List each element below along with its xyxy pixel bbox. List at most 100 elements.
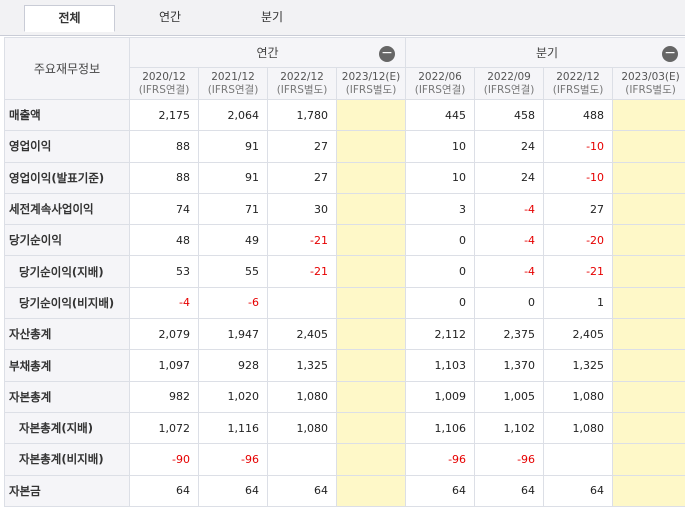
table-cell: 1,947 bbox=[199, 319, 268, 350]
table-cell bbox=[613, 475, 685, 506]
table-cell: 1,072 bbox=[130, 412, 199, 443]
table-row: 영업이익8891271024-10 bbox=[5, 131, 685, 162]
table-cell: -4 bbox=[475, 256, 544, 287]
table-cell: 1,005 bbox=[475, 381, 544, 412]
table-cell bbox=[613, 225, 685, 256]
table-cell: 0 bbox=[406, 287, 475, 318]
table-cell: 1,080 bbox=[544, 381, 613, 412]
table-cell: 10 bbox=[406, 162, 475, 193]
table-cell: 64 bbox=[406, 475, 475, 506]
column-period: 2021/12 bbox=[199, 71, 267, 84]
table-cell: 488 bbox=[544, 100, 613, 131]
table-cell bbox=[613, 100, 685, 131]
table-cell: 458 bbox=[475, 100, 544, 131]
row-label: 부채총계 bbox=[5, 350, 130, 381]
tab-annual[interactable]: 연간 bbox=[124, 5, 216, 31]
table-cell: 445 bbox=[406, 100, 475, 131]
table-cell: 64 bbox=[544, 475, 613, 506]
table-cell: 1,103 bbox=[406, 350, 475, 381]
table-cell bbox=[613, 193, 685, 224]
table-cell: -90 bbox=[130, 444, 199, 475]
row-label: 자산총계 bbox=[5, 319, 130, 350]
table-cell bbox=[337, 475, 406, 506]
table-cell: 24 bbox=[475, 131, 544, 162]
table-cell: 0 bbox=[406, 225, 475, 256]
table-cell bbox=[337, 412, 406, 443]
table-cell bbox=[337, 193, 406, 224]
table-cell: 2,112 bbox=[406, 319, 475, 350]
table-cell bbox=[337, 444, 406, 475]
table-cell: -4 bbox=[130, 287, 199, 318]
table-cell bbox=[337, 319, 406, 350]
table-cell: 2,375 bbox=[475, 319, 544, 350]
column-period: 2022/06 bbox=[406, 71, 474, 84]
table-cell bbox=[268, 444, 337, 475]
table-row: 당기순이익4849-210-4-20 bbox=[5, 225, 685, 256]
table-cell: -4 bbox=[475, 225, 544, 256]
annual-group-header: 연간 − bbox=[130, 38, 406, 68]
table-cell bbox=[613, 162, 685, 193]
table-row: 자본총계(지배)1,0721,1161,0801,1061,1021,080 bbox=[5, 412, 685, 443]
table-cell: 2,405 bbox=[544, 319, 613, 350]
row-label: 매출액 bbox=[5, 100, 130, 131]
table-cell: 74 bbox=[130, 193, 199, 224]
table-cell bbox=[613, 412, 685, 443]
table-cell bbox=[337, 350, 406, 381]
row-label: 영업이익(발표기준) bbox=[5, 162, 130, 193]
table-cell: 982 bbox=[130, 381, 199, 412]
column-header: 2023/12(E)(IFRS별도) bbox=[337, 68, 406, 100]
table-cell: 49 bbox=[199, 225, 268, 256]
row-label: 자본총계(지배) bbox=[5, 412, 130, 443]
tab-bar: 전체 연간 분기 bbox=[0, 0, 685, 36]
table-cell: 64 bbox=[268, 475, 337, 506]
row-label: 영업이익 bbox=[5, 131, 130, 162]
table-cell: 1,080 bbox=[544, 412, 613, 443]
table-cell bbox=[337, 131, 406, 162]
table-cell bbox=[337, 256, 406, 287]
table-cell: 53 bbox=[130, 256, 199, 287]
tab-all[interactable]: 전체 bbox=[24, 5, 115, 32]
column-header: 2022/06(IFRS연결) bbox=[406, 68, 475, 100]
table-cell: 1,325 bbox=[544, 350, 613, 381]
table-cell: 1,780 bbox=[268, 100, 337, 131]
table-cell bbox=[337, 381, 406, 412]
table-cell bbox=[613, 350, 685, 381]
table-cell: -4 bbox=[475, 193, 544, 224]
table-row: 자산총계2,0791,9472,4052,1122,3752,405 bbox=[5, 319, 685, 350]
table-cell: 30 bbox=[268, 193, 337, 224]
table-cell: 91 bbox=[199, 162, 268, 193]
table-cell: 10 bbox=[406, 131, 475, 162]
row-label: 당기순이익(비지배) bbox=[5, 287, 130, 318]
corner-header: 주요재무정보 bbox=[5, 38, 130, 100]
table-cell bbox=[613, 381, 685, 412]
table-cell bbox=[337, 100, 406, 131]
column-period: 2022/12 bbox=[544, 71, 612, 84]
column-period: 2020/12 bbox=[130, 71, 198, 84]
table-cell: 928 bbox=[199, 350, 268, 381]
table-cell bbox=[613, 256, 685, 287]
table-cell: 2,405 bbox=[268, 319, 337, 350]
table-cell: 1,080 bbox=[268, 381, 337, 412]
table-cell: 64 bbox=[199, 475, 268, 506]
column-header: 2023/03(E)(IFRS별도) bbox=[613, 68, 685, 100]
column-header: 2022/12(IFRS별도) bbox=[544, 68, 613, 100]
column-basis: (IFRS별도) bbox=[337, 84, 405, 97]
column-header: 2021/12(IFRS연결) bbox=[199, 68, 268, 100]
table-row: 자본금646464646464 bbox=[5, 475, 685, 506]
table-cell: 2,175 bbox=[130, 100, 199, 131]
table-cell: -6 bbox=[199, 287, 268, 318]
column-basis: (IFRS별도) bbox=[613, 84, 685, 97]
row-label: 당기순이익(지배) bbox=[5, 256, 130, 287]
table-cell: 1 bbox=[544, 287, 613, 318]
table-row: 자본총계(비지배)-90-96-96-96 bbox=[5, 444, 685, 475]
quarter-collapse-icon[interactable]: − bbox=[662, 46, 678, 62]
table-row: 부채총계1,0979281,3251,1031,3701,325 bbox=[5, 350, 685, 381]
table-cell: 1,080 bbox=[268, 412, 337, 443]
column-basis: (IFRS연결) bbox=[406, 84, 474, 97]
table-cell bbox=[337, 287, 406, 318]
annual-collapse-icon[interactable]: − bbox=[379, 46, 395, 62]
tab-quarter[interactable]: 분기 bbox=[226, 5, 318, 31]
row-label: 자본총계(비지배) bbox=[5, 444, 130, 475]
table-cell bbox=[613, 287, 685, 318]
table-cell: 1,097 bbox=[130, 350, 199, 381]
